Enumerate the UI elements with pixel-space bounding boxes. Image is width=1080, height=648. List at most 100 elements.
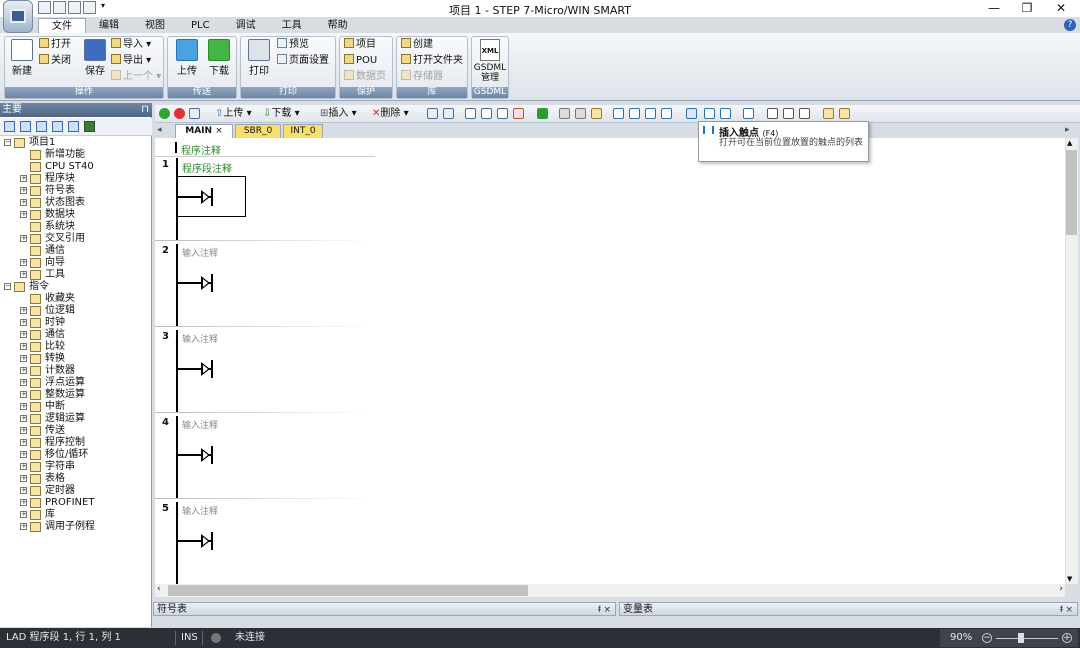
open-icon[interactable] [53, 1, 66, 14]
save-button[interactable]: 保存 [81, 39, 109, 77]
expand-icon[interactable]: + [20, 427, 27, 434]
variable-table-pane[interactable]: 变量表 ᵮ × [619, 602, 1078, 616]
tree-item[interactable]: + 传送 [2, 425, 150, 437]
expand-icon[interactable]: + [20, 271, 27, 278]
tree-item[interactable]: + 通信 [2, 329, 150, 341]
symbol-info-icon[interactable] [767, 108, 778, 119]
tree-item[interactable]: + 转换 [2, 353, 150, 365]
menu-tab-5[interactable]: 工具 [269, 18, 315, 33]
branch-left-icon[interactable] [645, 108, 656, 119]
scroll-left-icon[interactable]: ‹ [157, 584, 161, 594]
rung-stub[interactable] [177, 360, 213, 378]
expand-icon[interactable]: + [20, 475, 27, 482]
tree-item[interactable]: CPU ST40 [2, 161, 150, 173]
menu-tab-1[interactable]: 编辑 [86, 18, 132, 33]
restore-button[interactable]: ❐ [1010, 0, 1044, 17]
page-setup-button[interactable]: 页面设置 [277, 54, 329, 68]
rung-stub[interactable] [177, 446, 213, 464]
download-button[interactable]: 下载 [205, 39, 233, 77]
gsdml-manage-button[interactable]: GSDML 管理 [472, 63, 508, 83]
tree-item[interactable]: + 计数器 [2, 365, 150, 377]
address-icon[interactable] [591, 108, 602, 119]
expand-icon[interactable]: + [20, 523, 27, 530]
pou-comment-icon[interactable] [783, 108, 794, 119]
rung-stub[interactable] [177, 532, 213, 550]
customize-qat-icon[interactable]: ▾ [98, 1, 108, 16]
save-icon[interactable] [68, 1, 81, 14]
tree-item[interactable]: + 状态图表 [2, 197, 150, 209]
tree-item[interactable]: + 交叉引用 [2, 233, 150, 245]
compile-icon[interactable] [189, 108, 200, 119]
new-button[interactable]: 新建 [8, 39, 36, 77]
expand-icon[interactable]: + [20, 415, 27, 422]
tree-comm-icon[interactable] [84, 121, 95, 132]
expand-icon[interactable]: + [20, 451, 27, 458]
expand-icon[interactable]: + [20, 331, 27, 338]
zoom-in-icon[interactable]: + [1062, 633, 1072, 643]
tree-item[interactable]: + 定时器 [2, 485, 150, 497]
horizontal-scroll-thumb[interactable] [168, 585, 528, 596]
ladder-editor[interactable]: 程序注释 1 程序段注释 2 输入注释 3 输入注释 4 输入注释 5 输入注释 [155, 138, 1065, 584]
tab-sbr0[interactable]: SBR_0 [235, 124, 281, 138]
scroll-down-icon[interactable]: ▼ [1067, 575, 1072, 583]
expand-icon[interactable]: + [20, 499, 27, 506]
application-button[interactable] [3, 0, 33, 33]
zoom-slider-track[interactable] [996, 638, 1058, 639]
protect-data-page-button[interactable]: 数据页 [344, 70, 386, 84]
pou-properties-icon[interactable] [823, 108, 834, 119]
tree-item[interactable]: + 中断 [2, 401, 150, 413]
selection-cursor[interactable] [177, 176, 246, 217]
expand-icon[interactable]: + [20, 199, 27, 206]
tree-item[interactable]: − 项目1 [2, 137, 150, 149]
tree-symbol-icon[interactable] [20, 121, 31, 132]
tree-item[interactable]: + 数据块 [2, 209, 150, 221]
branch-up-icon[interactable] [629, 108, 640, 119]
toolbar-delete-button[interactable]: ✕删除 ▾ [372, 107, 409, 121]
open-button[interactable]: 打开 [39, 38, 71, 52]
network-comment-icon[interactable] [799, 108, 810, 119]
tree-item[interactable]: + 库 [2, 509, 150, 521]
tree-item[interactable]: + 浮点运算 [2, 377, 150, 389]
expand-icon[interactable]: + [20, 211, 27, 218]
tab-main[interactable]: MAIN × [175, 124, 233, 138]
menu-tab-3[interactable]: PLC [178, 18, 223, 33]
comment-icon[interactable] [743, 108, 754, 119]
tree-item[interactable]: 新增功能 [2, 149, 150, 161]
tree-item[interactable]: + 整数运算 [2, 389, 150, 401]
goto-icon[interactable] [481, 108, 492, 119]
open-folder-button[interactable]: 打开文件夹 [401, 54, 463, 68]
expand-icon[interactable]: + [20, 187, 27, 194]
scroll-up-icon[interactable]: ▲ [1067, 139, 1072, 147]
insert-contact-icon[interactable] [686, 108, 697, 119]
branch-right-icon[interactable] [661, 108, 672, 119]
toolbar-insert-button[interactable]: ⊞插入 ▾ [320, 107, 357, 121]
expand-icon[interactable]: + [20, 307, 27, 314]
scroll-right-icon[interactable]: › [1059, 584, 1063, 594]
tree-item[interactable]: + 向导 [2, 257, 150, 269]
tree-item[interactable]: − 指令 [2, 281, 150, 293]
expand-icon[interactable]: + [20, 343, 27, 350]
tree-item[interactable]: + 移位/循环 [2, 449, 150, 461]
import-button[interactable]: 导入 ▾ [111, 38, 151, 52]
expand-icon[interactable]: + [20, 355, 27, 362]
upload-button[interactable]: 上传 [173, 39, 201, 77]
vertical-scroll-thumb[interactable] [1066, 150, 1077, 235]
previous-button[interactable]: 上一个 ▾ [111, 70, 161, 84]
lock-pou-icon[interactable] [559, 108, 570, 119]
tree-item[interactable]: 通信 [2, 245, 150, 257]
tree-item[interactable]: + 逻辑运算 [2, 413, 150, 425]
bookmark-icon[interactable] [427, 108, 438, 119]
pin-icon[interactable]: ⊓ [141, 103, 149, 117]
symbol-table-pane[interactable]: 符号表 ᵮ × [153, 602, 616, 616]
new-icon[interactable] [38, 1, 51, 14]
tree-item[interactable]: 收藏夹 [2, 293, 150, 305]
zoom-slider-thumb[interactable] [1018, 633, 1024, 643]
export-program-icon[interactable] [537, 108, 548, 119]
tree-item[interactable]: + 表格 [2, 473, 150, 485]
tree-item[interactable]: + 符号表 [2, 185, 150, 197]
menu-tab-2[interactable]: 视图 [132, 18, 178, 33]
export-button[interactable]: 导出 ▾ [111, 54, 151, 68]
expand-icon[interactable]: + [20, 487, 27, 494]
expand-icon[interactable]: + [20, 319, 27, 326]
tree-item[interactable]: + 程序块 [2, 173, 150, 185]
